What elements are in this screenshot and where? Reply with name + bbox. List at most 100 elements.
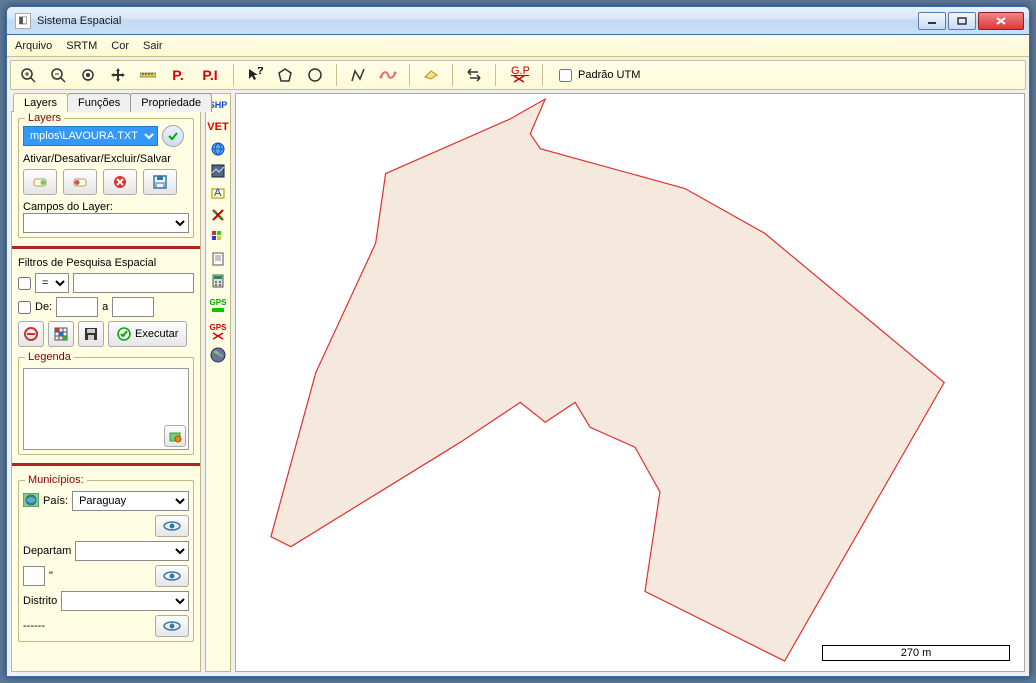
distrito-view-button[interactable] [155, 615, 189, 637]
filter-to-input[interactable] [112, 297, 154, 317]
executar-button[interactable]: Executar [108, 321, 187, 347]
vet-button[interactable]: VET [208, 119, 228, 135]
filter-value-input[interactable] [73, 273, 194, 293]
line-icon[interactable] [347, 64, 369, 86]
eraser-icon[interactable] [420, 64, 442, 86]
depart-label: Departam [23, 545, 71, 557]
legenda-area [23, 368, 189, 450]
zoom-extent-icon[interactable] [77, 64, 99, 86]
padrao-utm-checkbox[interactable]: Padrão UTM [559, 69, 640, 82]
window-buttons [918, 12, 1024, 30]
cross-button[interactable] [208, 207, 228, 223]
distrito-footer: ------ [23, 620, 45, 632]
tab-funcoes[interactable]: Funções [67, 93, 131, 112]
save-button[interactable] [143, 169, 177, 195]
menu-cor[interactable]: Cor [111, 40, 129, 52]
toolbar-separator-3 [409, 64, 410, 86]
de-label: De: [35, 301, 52, 313]
filter-op-check[interactable] [18, 277, 31, 290]
filter-range-check[interactable] [18, 301, 31, 314]
toolbar-separator-2 [336, 64, 337, 86]
side-tabs: Layers Funções Propriedade [13, 93, 201, 112]
filters-title: Filtros de Pesquisa Espacial [18, 257, 194, 269]
a-label: a [102, 301, 108, 313]
municipios-label: Municípios: [25, 474, 87, 486]
flag-pi-icon[interactable]: P.I [197, 64, 223, 86]
raster-button[interactable] [208, 163, 228, 179]
tab-layers[interactable]: Layers [13, 93, 68, 112]
distrito-select[interactable] [61, 591, 189, 611]
panel-body: Layers mplos\LAVOURA.TXT Ativar/Desativa… [11, 111, 201, 672]
calc-button[interactable] [208, 273, 228, 289]
zoom-out-icon[interactable] [47, 64, 69, 86]
freehand-icon[interactable] [377, 64, 399, 86]
identify-icon[interactable]: ? [244, 64, 266, 86]
filter-save-button[interactable] [78, 321, 104, 347]
svg-text:A: A [214, 187, 222, 199]
close-button[interactable] [978, 12, 1024, 30]
doc-button[interactable] [208, 251, 228, 267]
padrao-utm-input[interactable] [559, 69, 572, 82]
campos-select[interactable] [23, 213, 189, 233]
tab-propriedade[interactable]: Propriedade [130, 93, 212, 112]
menu-srtm[interactable]: SRTM [66, 40, 97, 52]
globe-button[interactable] [208, 141, 228, 157]
deactivate-button[interactable] [63, 169, 97, 195]
depart-select[interactable] [75, 541, 189, 561]
menu-sair[interactable]: Sair [143, 40, 163, 52]
swap-icon[interactable] [463, 64, 485, 86]
legenda-label: Legenda [25, 351, 74, 363]
layer-select[interactable]: mplos\LAVOURA.TXT [23, 126, 158, 146]
pais-select[interactable]: Paraguay [72, 491, 189, 511]
filter-op-select[interactable]: = [35, 273, 69, 293]
scale-bar: 270 m [822, 645, 1010, 661]
quote-label: " [49, 570, 53, 582]
polygon-icon[interactable] [274, 64, 296, 86]
legenda-group: Legenda [18, 357, 194, 455]
ruler-icon[interactable] [137, 64, 159, 86]
gps-off-button[interactable]: GPS [208, 321, 228, 341]
minimize-button[interactable] [918, 12, 946, 30]
palette-button[interactable] [208, 229, 228, 245]
layers-group-label: Layers [25, 112, 64, 124]
toolbar-separator-5 [495, 64, 496, 86]
menu-arquivo[interactable]: Arquivo [15, 40, 52, 52]
activate-button[interactable] [23, 169, 57, 195]
map-canvas[interactable]: 270 m [235, 93, 1025, 672]
left-panel: Layers Funções Propriedade Layers mplos\… [11, 93, 201, 672]
svg-text:G.P.: G.P. [511, 66, 529, 77]
legenda-refresh-button[interactable] [164, 425, 186, 447]
main-toolbar: P. P.I ? G.P. Padrão UTM [10, 60, 1026, 90]
layers-group: Layers mplos\LAVOURA.TXT Ativar/Desativa… [18, 118, 194, 238]
pais-label: País: [43, 495, 68, 507]
filter-grid-button[interactable] [48, 321, 74, 347]
app-window: ◧ Sistema Espacial Arquivo SRTM Cor Sair… [6, 6, 1030, 677]
gps-cancel-icon[interactable]: G.P. [506, 64, 532, 86]
globe-icon [23, 493, 39, 510]
label-button[interactable]: A [208, 185, 228, 201]
depart-view-button[interactable] [155, 565, 189, 587]
filter-from-input[interactable] [56, 297, 98, 317]
filter-clear-button[interactable] [18, 321, 44, 347]
executar-label: Executar [135, 328, 178, 340]
earth-button[interactable] [208, 347, 228, 363]
depart-code-input[interactable] [23, 566, 45, 586]
main-content: Layers Funções Propriedade Layers mplos\… [11, 93, 1025, 672]
confirm-layer-button[interactable] [162, 125, 184, 147]
titlebar: ◧ Sistema Espacial [7, 7, 1029, 35]
padrao-utm-label: Padrão UTM [578, 69, 640, 81]
pais-view-button[interactable] [155, 515, 189, 537]
municipios-group: Municípios: País: Paraguay Departam " [18, 480, 194, 642]
gps-on-button[interactable]: GPS [208, 295, 228, 315]
menubar: Arquivo SRTM Cor Sair [7, 35, 1029, 57]
maximize-button[interactable] [948, 12, 976, 30]
svg-text:?: ? [257, 67, 263, 77]
polygon-feature[interactable] [271, 99, 944, 661]
flag-p-icon[interactable]: P. [167, 64, 189, 86]
campos-label: Campos do Layer: [23, 201, 189, 213]
zoom-in-icon[interactable] [17, 64, 39, 86]
delete-button[interactable] [103, 169, 137, 195]
toolbar-separator-4 [452, 64, 453, 86]
pan-icon[interactable] [107, 64, 129, 86]
circle-icon[interactable] [304, 64, 326, 86]
